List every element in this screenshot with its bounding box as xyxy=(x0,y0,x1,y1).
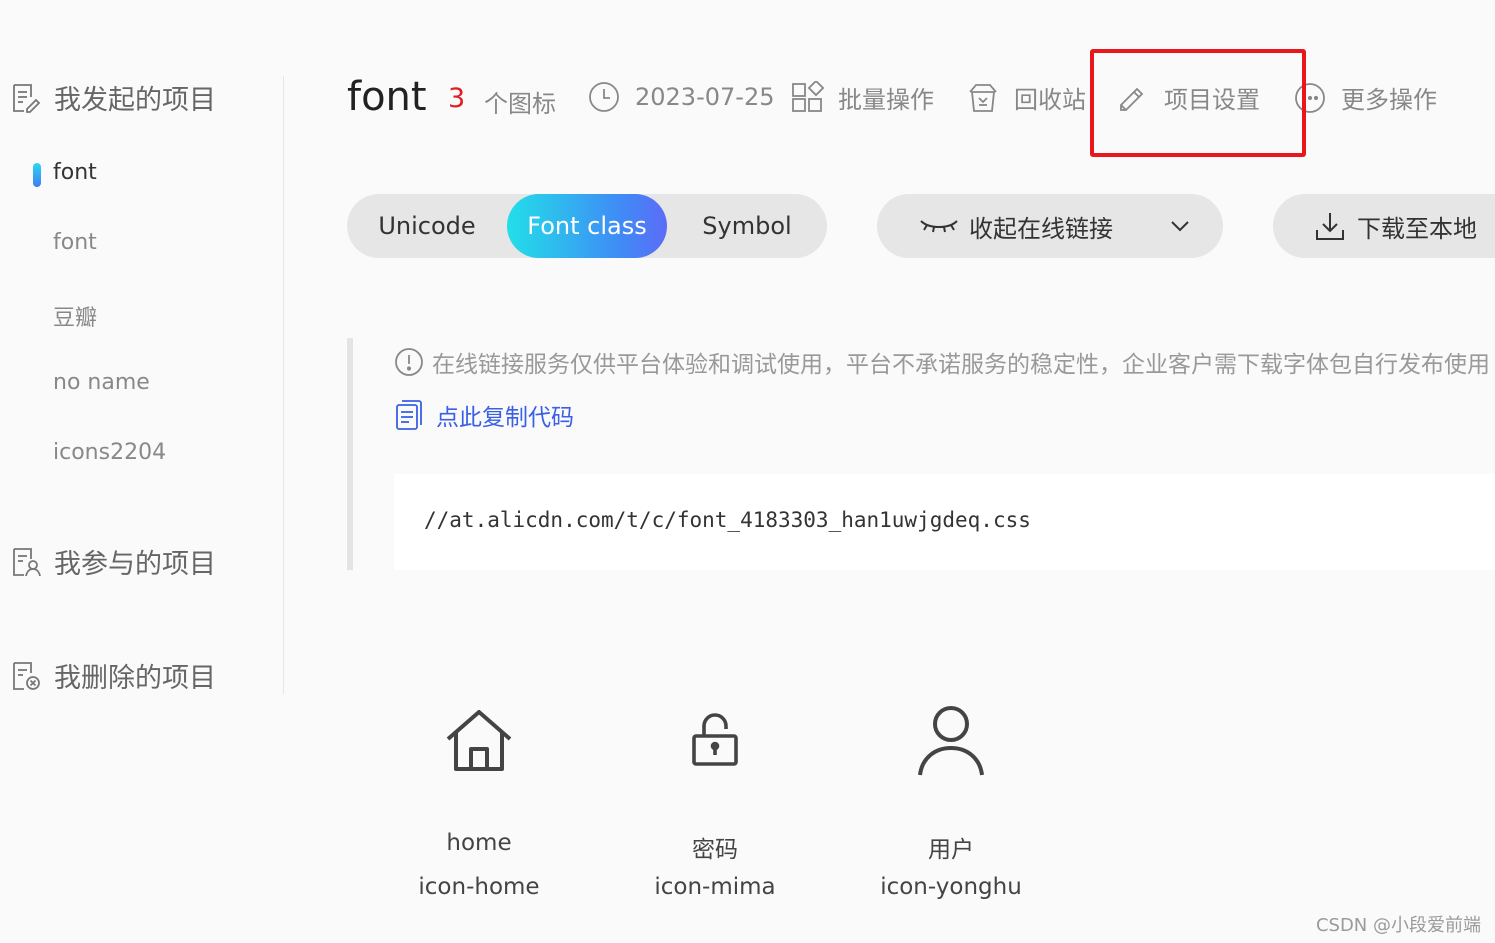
sidebar-project-font[interactable]: font xyxy=(53,230,97,255)
tab-unicode[interactable]: Unicode xyxy=(347,194,507,258)
icon-card-yonghu[interactable]: 用户 icon-yonghu xyxy=(851,700,1051,920)
date-text: 2023-07-25 xyxy=(635,83,775,111)
sidebar-group-deleted-projects[interactable]: 我删除的项目 xyxy=(10,656,216,695)
closed-eye-icon xyxy=(919,216,959,236)
icon-class: icon-yonghu xyxy=(880,874,1022,900)
copy-code-label: 点此复制代码 xyxy=(436,405,574,431)
icon-class: icon-mima xyxy=(654,874,776,900)
sidebar-project-douban[interactable]: 豆瓣 xyxy=(53,300,97,332)
project-title: font xyxy=(347,74,427,120)
sidebar-group-label: 我删除的项目 xyxy=(54,663,216,694)
notice-text: 在线链接服务仅供平台体验和调试使用，平台不承诺服务的稳定性，企业客户需下载字体包… xyxy=(432,352,1490,378)
user-icon xyxy=(911,700,991,780)
info-icon xyxy=(394,347,424,377)
csdn-watermark: CSDN @小段爱前端 xyxy=(1315,915,1481,936)
grid-icon xyxy=(790,80,824,115)
download-icon xyxy=(1313,209,1347,243)
recycle-bin-label: 回收站 xyxy=(1014,86,1086,114)
download-local-button[interactable]: 下载至本地 xyxy=(1273,194,1495,258)
collapse-online-link-label: 收起在线链接 xyxy=(969,214,1113,243)
icon-name: 用户 xyxy=(928,837,974,863)
more-actions-button[interactable]: 更多操作 xyxy=(1293,80,1437,115)
link-type-tabs: Unicode Font class Symbol xyxy=(347,194,827,258)
document-delete-icon xyxy=(10,660,42,692)
document-user-icon xyxy=(10,546,42,578)
sidebar-group-my-projects[interactable]: 我发起的项目 xyxy=(10,78,216,117)
trash-icon xyxy=(966,81,1000,115)
batch-operation-button[interactable]: 批量操作 xyxy=(790,80,934,115)
sidebar-group-label: 我参与的项目 xyxy=(54,549,216,580)
tab-font-class[interactable]: Font class xyxy=(507,194,667,258)
recycle-bin-button[interactable]: 回收站 xyxy=(966,80,1086,115)
sidebar-project-no-name[interactable]: no name xyxy=(53,370,150,395)
lock-icon xyxy=(675,700,755,780)
font-css-url: //at.alicdn.com/t/c/font_4183303_han1uwj… xyxy=(424,508,1031,532)
more-actions-label: 更多操作 xyxy=(1341,86,1437,114)
icon-name: 密码 xyxy=(692,837,738,863)
code-block: //at.alicdn.com/t/c/font_4183303_han1uwj… xyxy=(394,474,1495,570)
icon-count: 3 xyxy=(448,83,466,114)
document-edit-icon xyxy=(10,82,42,114)
copy-document-icon xyxy=(394,399,424,431)
icon-name: home xyxy=(446,830,512,856)
page: 我发起的项目 font font 豆瓣 no name icons2204 我参… xyxy=(0,0,1495,943)
collapse-online-link-button[interactable]: 收起在线链接 xyxy=(877,194,1223,258)
online-link-notice: 在线链接服务仅供平台体验和调试使用，平台不承诺服务的稳定性，企业客户需下载字体包… xyxy=(394,344,1495,380)
home-icon xyxy=(439,700,519,780)
sidebar-divider xyxy=(283,76,284,694)
icon-class: icon-home xyxy=(418,874,540,900)
batch-operation-label: 批量操作 xyxy=(838,86,934,114)
sidebar-group-joined-projects[interactable]: 我参与的项目 xyxy=(10,542,216,581)
tab-symbol[interactable]: Symbol xyxy=(667,194,827,258)
copy-code-link[interactable]: 点此复制代码 xyxy=(394,398,574,432)
sidebar: 我发起的项目 font font 豆瓣 no name icons2204 我参… xyxy=(0,0,285,943)
code-panel-rule xyxy=(347,338,353,570)
settings-highlight-annotation xyxy=(1090,49,1306,157)
sidebar-project-icons2204[interactable]: icons2204 xyxy=(53,440,166,465)
clock-icon xyxy=(587,80,621,114)
updated-date: 2023-07-25 xyxy=(587,80,774,114)
icon-card-home[interactable]: home icon-home xyxy=(379,700,579,920)
icon-count-label: 个图标 xyxy=(484,90,556,118)
sidebar-project-font-active[interactable]: font xyxy=(53,160,97,185)
sidebar-group-label: 我发起的项目 xyxy=(54,85,216,116)
chevron-down-icon xyxy=(1169,215,1191,237)
active-project-indicator xyxy=(33,163,41,187)
icon-card-mima[interactable]: 密码 icon-mima xyxy=(615,700,815,920)
download-local-label: 下载至本地 xyxy=(1357,214,1477,243)
